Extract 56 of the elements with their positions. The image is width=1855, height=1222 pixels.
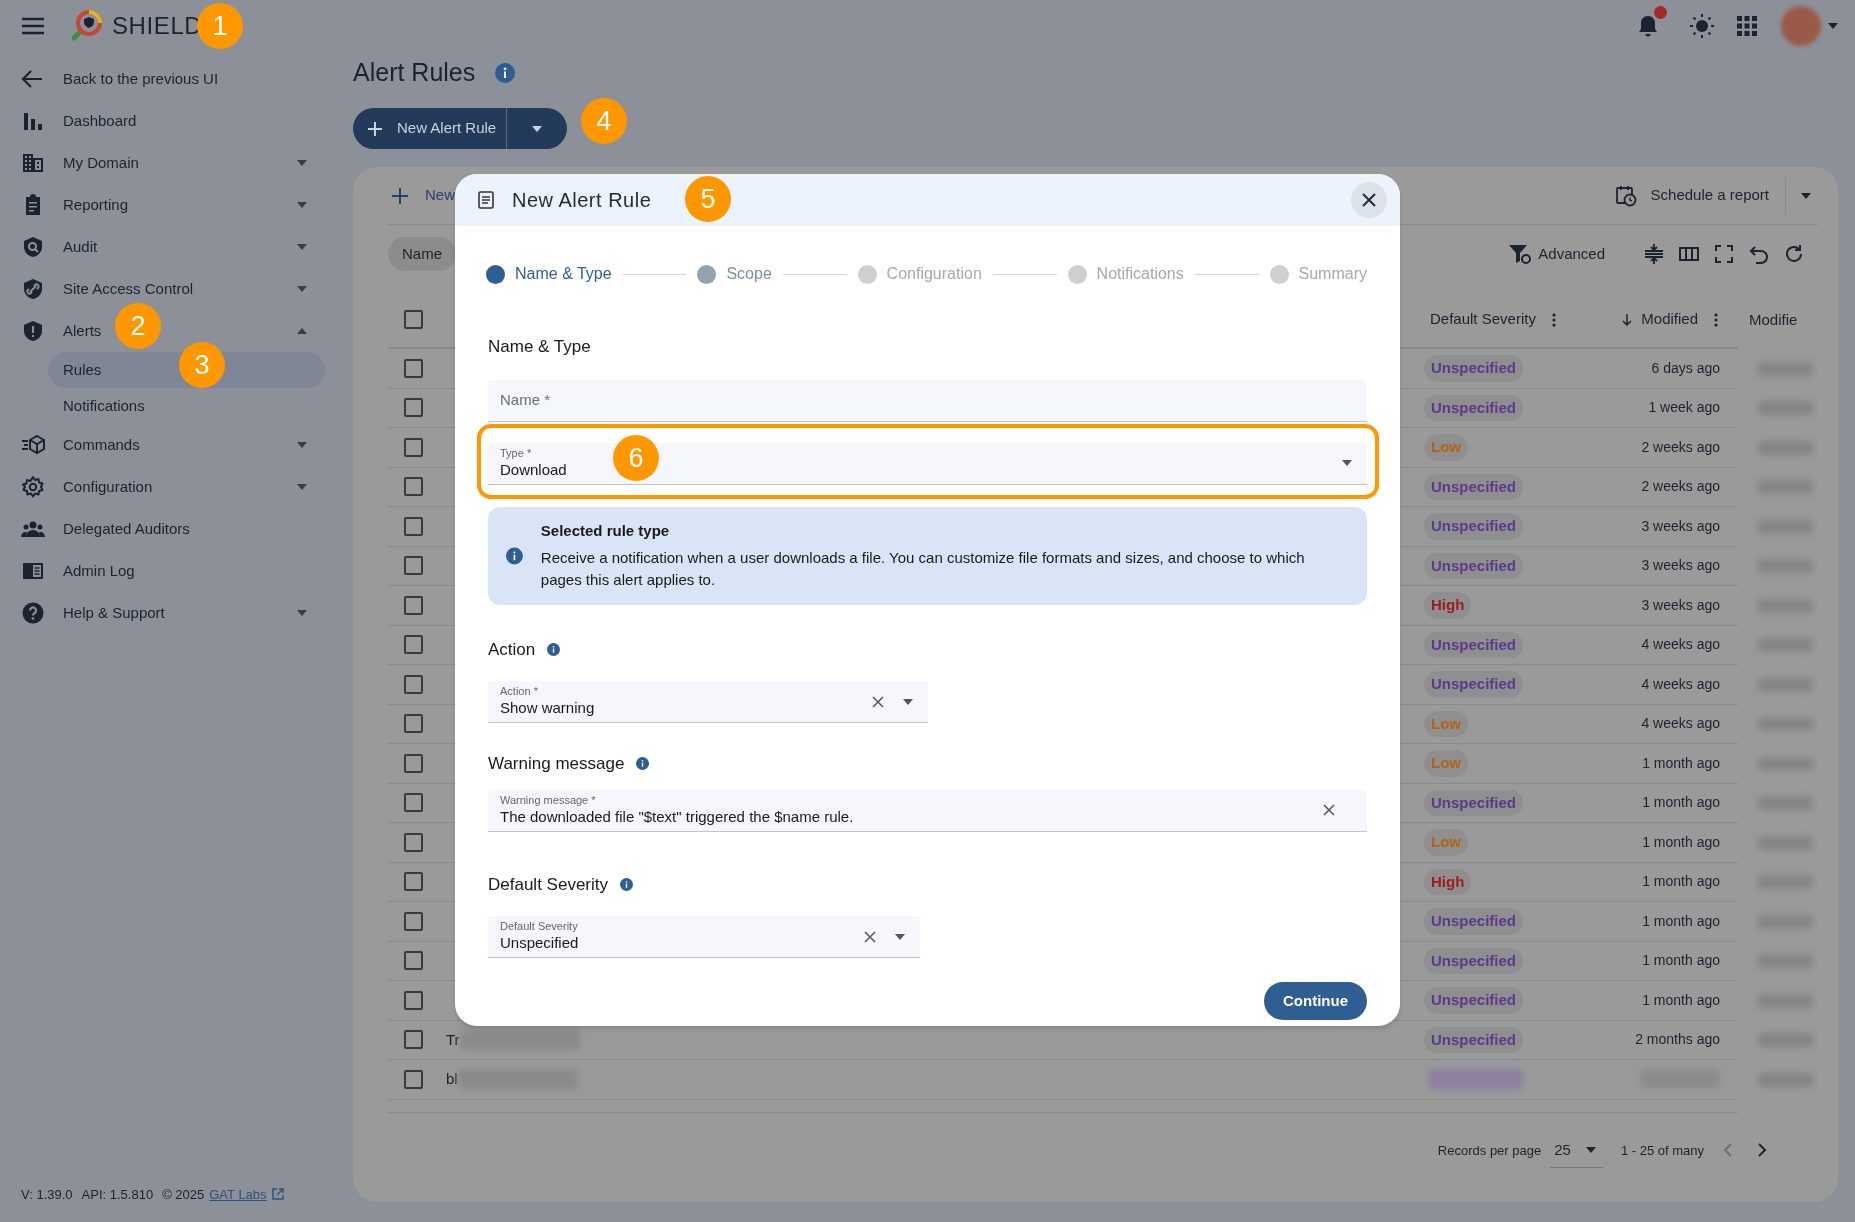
page-title: Alert Rules (353, 57, 476, 89)
number-callout-tooltip: 2 (115, 303, 161, 349)
severity-tag: High (1424, 592, 1472, 619)
table-cell-text: 2 months ago (1635, 1030, 1720, 1050)
table-cell-text: 1 month ago (1642, 990, 1720, 1010)
table-cell-text: 1 month ago (1642, 753, 1720, 773)
table-cell-text: 1 month ago (1642, 832, 1720, 852)
section-heading: Warning message (488, 753, 625, 775)
table-cell-text: 1 month ago (1642, 872, 1720, 892)
severity-tag: Low (1424, 750, 1468, 777)
severity-tag: Unspecified (1424, 473, 1524, 500)
table-cell-text: 6 days ago (1651, 358, 1720, 378)
copyright-text: © 2025 (162, 1185, 205, 1204)
table-cell-text: 1 month ago (1642, 911, 1720, 931)
page-range-text: 1 - 25 of many (1620, 1141, 1704, 1160)
number-callout-tooltip: 1 (197, 3, 243, 49)
number-callout-tooltip: 3 (179, 342, 225, 388)
severity-tag: Unspecified (1424, 671, 1524, 698)
table-cell-text: 3 weeks ago (1641, 516, 1720, 536)
table-cell-text: 2 weeks ago (1641, 477, 1720, 497)
table-cell-text: 1 month ago (1642, 951, 1720, 971)
table-cell-text: 2 weeks ago (1641, 437, 1720, 457)
version-text: V: 1.39.0 (21, 1185, 73, 1204)
severity-tag: Unspecified (1424, 552, 1524, 579)
dialog-title: New Alert Rule (512, 188, 652, 213)
new-alert-rule-label: New Alert Rule (397, 118, 497, 139)
table-cell-text: 4 weeks ago (1641, 714, 1720, 734)
table-cell-text: 3 weeks ago (1641, 556, 1720, 576)
severity-tag: Unspecified (1424, 947, 1524, 974)
section-heading: Name & Type (488, 336, 591, 358)
table-cell-text: 4 weeks ago (1641, 635, 1720, 655)
severity-tag: Unspecified (1424, 631, 1524, 658)
severity-tag: Unspecified (1424, 394, 1524, 421)
severity-tag: Unspecified (1424, 513, 1524, 540)
table-cell-text: Tr (446, 1029, 460, 1050)
table-cell-text: 3 weeks ago (1641, 595, 1720, 615)
info-text: Receive a notification when a user downloads a file. You can customize file formats and sizes, and choose to which pages this alert applies to. (540, 547, 1306, 590)
api-version-text: API: 1.5.810 (81, 1185, 154, 1204)
number-callout-tooltip: 4 (581, 98, 627, 144)
severity-tag: Unspecified (1424, 355, 1524, 382)
section-heading: Action (488, 638, 536, 661)
severity-tag: High (1424, 868, 1472, 895)
table-cell-text: bl (446, 1069, 458, 1089)
severity-tag: Low (1424, 829, 1468, 856)
severity-tag: Low (1424, 710, 1468, 737)
severity-tag: Unspecified (1424, 789, 1524, 816)
severity-tag: Unspecified (1424, 987, 1524, 1014)
severity-tag: Low (1424, 434, 1468, 461)
section-heading: Default Severity (488, 873, 608, 896)
table-cell-text: 1 month ago (1642, 793, 1720, 813)
severity-tag: Unspecified (1424, 1026, 1524, 1053)
severity-tag: Unspecified (1424, 908, 1524, 935)
info-title: Selected rule type (540, 521, 671, 542)
table-cell-text: 4 weeks ago (1641, 674, 1720, 694)
table-cell-text: 1 week ago (1648, 398, 1720, 418)
records-per-page-label: Records per page (1437, 1141, 1542, 1160)
